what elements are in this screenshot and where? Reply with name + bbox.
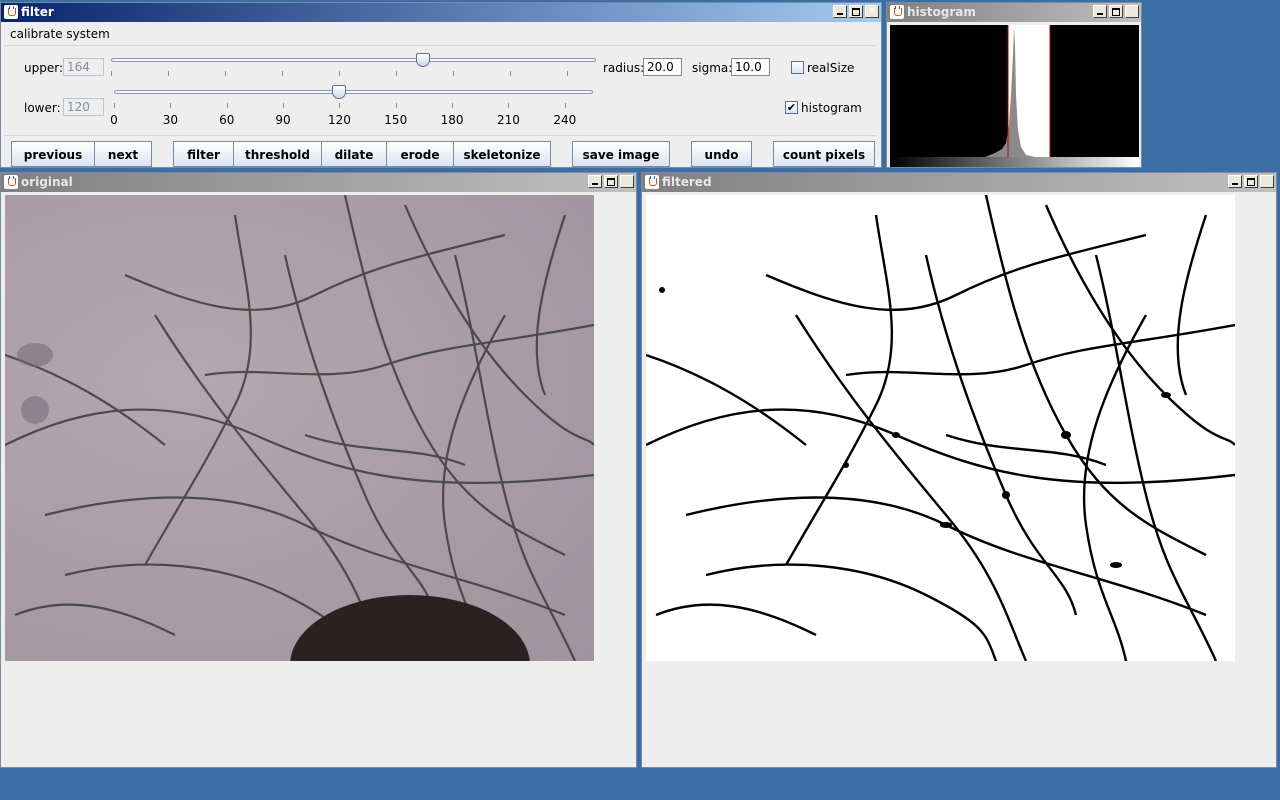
lower-slider-tick-label: 180 <box>440 113 464 127</box>
original-window: original ✕ <box>0 172 637 768</box>
lower-slider-tick <box>339 103 341 108</box>
binary-network <box>646 195 1235 661</box>
sigma-label: sigma: <box>692 61 733 75</box>
section-title: calibrate system <box>10 27 110 41</box>
close-button[interactable]: ✕ <box>1260 175 1274 188</box>
window-title: histogram <box>907 5 976 19</box>
filter-titlebar[interactable]: filter ✕ <box>1 3 881 22</box>
lower-slider-tick-label: 30 <box>162 113 178 127</box>
lower-slider-tick-label: 60 <box>219 113 235 127</box>
lower-slider-tick-label: 210 <box>497 113 520 127</box>
java-icon <box>890 5 904 19</box>
lower-slider-tick-label: 90 <box>275 113 291 127</box>
lower-slider-tick-label: 240 <box>553 113 577 127</box>
radius-label: radius: <box>603 61 645 75</box>
maximize-button[interactable] <box>1109 5 1123 18</box>
close-button[interactable]: ✕ <box>865 5 879 18</box>
upper-slider-tick <box>168 71 170 76</box>
upper-slider-tick <box>339 71 341 76</box>
section-divider <box>5 45 877 46</box>
cell-cluster <box>290 595 530 661</box>
next-button[interactable]: next <box>94 141 152 167</box>
java-icon <box>645 175 659 189</box>
histogram-label: histogram <box>801 101 862 115</box>
original-image-content <box>5 195 594 661</box>
count-pixels-button[interactable]: count pixels <box>773 141 875 167</box>
upper-slider-thumb[interactable] <box>415 53 430 67</box>
sigma-field[interactable]: 10.0 <box>731 58 770 76</box>
lower-value-field: 120 <box>63 98 104 116</box>
dark-spot <box>21 396 49 424</box>
cell-network <box>5 195 594 661</box>
filtered-image <box>646 195 1235 661</box>
upper-slider-tick <box>111 71 112 76</box>
lower-slider-tick <box>226 103 228 108</box>
lower-slider-tick <box>452 103 454 108</box>
lower-slider-tick <box>114 103 115 108</box>
save-image-button[interactable]: save image <box>572 141 670 167</box>
lower-slider-tick <box>564 103 566 108</box>
lower-slider-tick <box>508 103 510 108</box>
minimize-button[interactable] <box>1093 5 1107 18</box>
upper-slider-tick <box>567 71 569 76</box>
filtered-window: filtered ✕ <box>641 172 1277 768</box>
skeletonize-button[interactable]: skeletonize <box>453 141 551 167</box>
histogram-plot <box>890 25 1139 167</box>
histogram-gray-ramp <box>890 157 1139 167</box>
filter-button[interactable]: filter <box>173 141 234 167</box>
lower-slider-thumb[interactable] <box>332 85 347 99</box>
lower-slider-tick <box>170 103 172 108</box>
realsize-label: realSize <box>807 61 855 75</box>
window-title: filtered <box>662 175 712 189</box>
histogram-window: histogram ✕ <box>886 2 1142 168</box>
upper-slider-tick <box>396 71 398 76</box>
maximize-button[interactable] <box>604 175 618 188</box>
threshold-button[interactable]: threshold <box>233 141 322 167</box>
lower-slider-tick <box>395 103 397 108</box>
radius-field[interactable]: 20.0 <box>643 58 682 76</box>
java-icon <box>4 5 18 19</box>
minimize-button[interactable] <box>833 5 847 18</box>
minimize-button[interactable] <box>588 175 602 188</box>
upper-value-field: 164 <box>63 58 104 76</box>
previous-button[interactable]: previous <box>11 141 95 167</box>
dark-spot <box>17 343 53 367</box>
histogram-titlebar[interactable]: histogram ✕ <box>887 3 1141 22</box>
window-title: original <box>21 175 73 189</box>
erode-button[interactable]: erode <box>386 141 454 167</box>
button-divider <box>5 135 877 136</box>
undo-button[interactable]: undo <box>691 141 752 167</box>
close-button[interactable]: ✕ <box>620 175 634 188</box>
minimize-button[interactable] <box>1228 175 1242 188</box>
dilate-button[interactable]: dilate <box>321 141 387 167</box>
maximize-button[interactable] <box>849 5 863 18</box>
lower-slider-tick-label: 120 <box>327 113 351 127</box>
filter-window: filter ✕ calibrate system upper: 164 low… <box>0 2 882 168</box>
original-image <box>5 195 594 661</box>
upper-slider-tick <box>225 71 227 76</box>
window-title: filter <box>21 5 54 19</box>
upper-slider-tick <box>453 71 455 76</box>
lower-slider-tick-label: 150 <box>384 113 408 127</box>
filtered-titlebar[interactable]: filtered ✕ <box>642 173 1276 192</box>
lower-label: lower: <box>24 101 61 115</box>
maximize-button[interactable] <box>1244 175 1258 188</box>
java-icon <box>4 175 18 189</box>
close-button[interactable]: ✕ <box>1125 5 1139 18</box>
filtered-image-content <box>646 195 1235 661</box>
lower-slider-tick <box>283 103 285 108</box>
lower-slider-tick-label: 0 <box>110 113 118 127</box>
upper-slider-track[interactable] <box>111 58 596 62</box>
upper-slider-tick <box>510 71 512 76</box>
lower-slider-track[interactable] <box>114 90 593 94</box>
histogram-checkbox[interactable]: ✔ <box>785 101 798 114</box>
upper-label: upper: <box>24 61 63 75</box>
realsize-checkbox[interactable] <box>791 61 804 74</box>
upper-slider-tick <box>282 71 284 76</box>
original-titlebar[interactable]: original ✕ <box>1 173 636 192</box>
